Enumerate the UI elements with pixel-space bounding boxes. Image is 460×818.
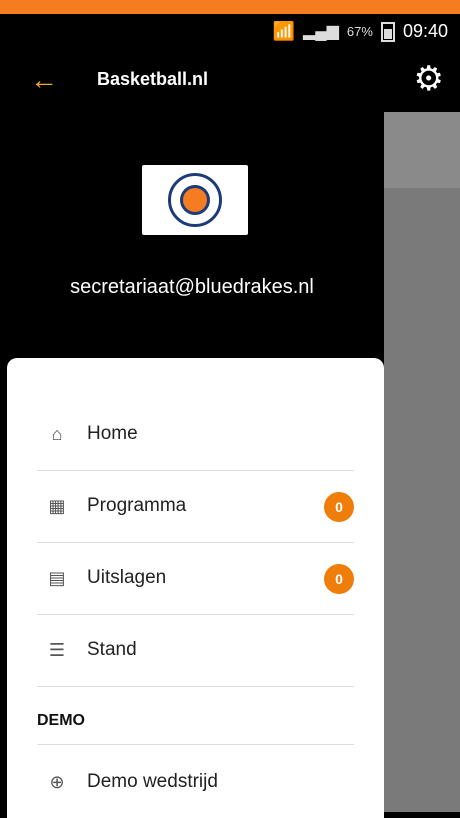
list-icon: ☰ — [48, 639, 66, 660]
menu-item-label: Stand — [87, 639, 137, 660]
gear-icon[interactable]: ⚙ — [414, 62, 444, 96]
menu-item-label: Programma — [87, 495, 187, 516]
logo-emblem-icon — [168, 173, 222, 227]
count-badge: 0 — [324, 564, 354, 594]
status-right: 📶 ▂▄▆ 67% 09:40 — [273, 20, 448, 42]
count-badge: 0 — [324, 492, 354, 522]
app-title: Basketball.nl — [97, 69, 209, 89]
background-content — [384, 112, 460, 812]
menu-item-label: Home — [87, 423, 138, 444]
menu-item-programma[interactable]: ▦ Programma 0 — [37, 470, 354, 543]
battery-icon — [380, 22, 395, 42]
arrow-left-icon[interactable]: ← — [30, 66, 58, 94]
account-email: secretariaat@bluedrakes.nl — [70, 276, 314, 298]
menu-item-label: Uitslagen — [87, 567, 167, 588]
battery-percentage: 67% — [346, 23, 373, 39]
menu-item-demo-wedstrijd[interactable]: ⊕ Demo wedstrijd — [37, 746, 354, 818]
drawer-header: secretariaat@bluedrakes.nl — [0, 112, 384, 362]
wifi-icon: 📶 — [272, 20, 295, 41]
menu-item-stand[interactable]: ☰ Stand — [37, 614, 354, 687]
home-icon: ⌂ — [51, 423, 63, 444]
clock-time: 09:40 — [402, 20, 448, 41]
section-divider — [37, 744, 354, 745]
plus-circle-icon: ⊕ — [49, 771, 65, 792]
menu-item-label: Demo wedstrijd — [87, 771, 218, 792]
status-bar: 📶 ▂▄▆ 67% 09:40 — [0, 14, 460, 50]
signal-icon: ▂▄▆ — [302, 23, 339, 40]
app-bar: ← Basketball.nl ⚙ — [0, 50, 460, 112]
background-header — [384, 112, 460, 188]
team-logo — [142, 165, 248, 235]
scoreboard-icon: ▤ — [48, 567, 66, 588]
menu-item-home[interactable]: ⌂ Home — [37, 398, 354, 471]
top-accent-bar — [0, 0, 460, 14]
menu-item-uitslagen[interactable]: ▤ Uitslagen 0 — [37, 542, 354, 615]
calendar-icon: ▦ — [48, 495, 66, 516]
drawer-menu: ⌂ Home ▦ Programma 0 ▤ Uitslagen 0 ☰ Sta… — [7, 358, 384, 818]
section-title: DEMO — [37, 712, 85, 729]
